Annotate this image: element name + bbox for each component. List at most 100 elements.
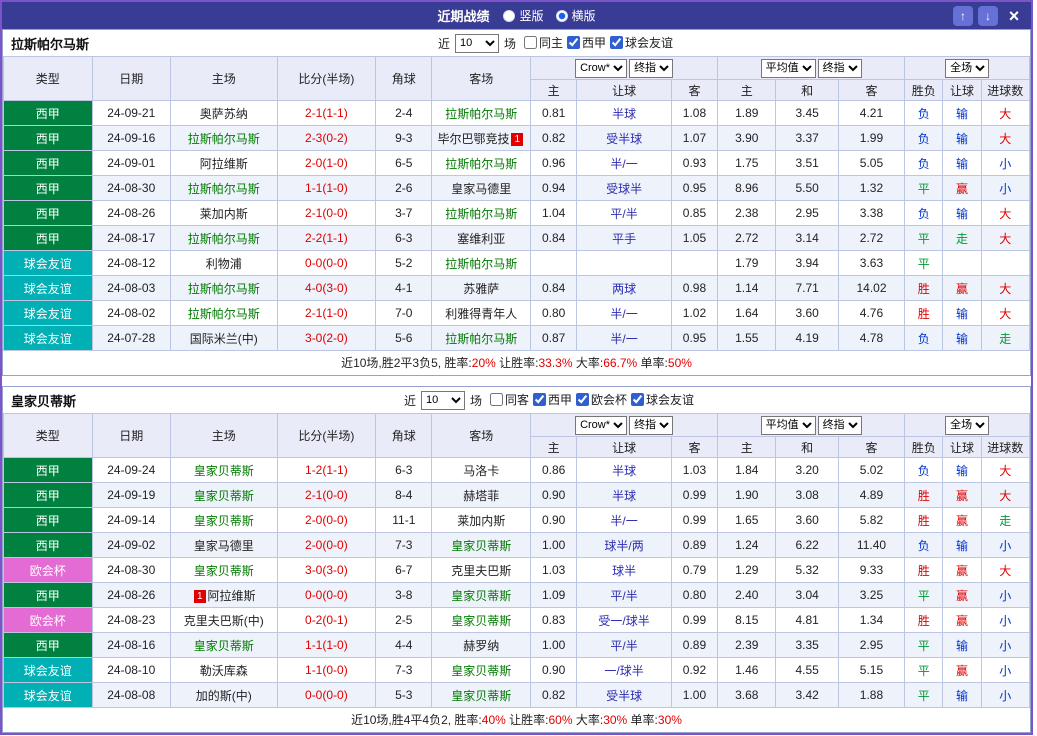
asian-home-odds: 0.87 (531, 326, 577, 351)
corner-score: 2-5 (376, 608, 432, 633)
handicap-result-cell: 输 (943, 301, 981, 326)
handicap-result-cell: 赢 (943, 483, 981, 508)
handicap-result-cell: 输 (943, 458, 981, 483)
match-row: 西甲 24-08-30 拉斯帕尔马斯 1-1(1-0) 2-6 皇家马德里 0.… (4, 176, 1030, 201)
goals-result-cell: 大 (981, 301, 1029, 326)
euro-draw-odds: 3.04 (776, 583, 838, 608)
corner-score: 3-8 (376, 583, 432, 608)
filter-checkbox[interactable]: 球会友谊 (631, 391, 694, 408)
checkbox-input[interactable] (567, 36, 580, 49)
asian-away-odds: 0.99 (671, 508, 717, 533)
col-subheader: 让球 (577, 80, 672, 101)
match-type-badge: 西甲 (4, 508, 93, 533)
red-card-badge: 1 (511, 133, 523, 146)
filter-checkbox[interactable]: 西甲 (567, 34, 606, 51)
result-cell: 平 (905, 658, 943, 683)
goals-result-cell: 小 (981, 683, 1029, 708)
handicap-line: 平/半 (577, 633, 672, 658)
close-icon[interactable]: × (1003, 5, 1025, 27)
summary-segment: 大率: (573, 713, 604, 727)
checkbox-input[interactable] (610, 36, 623, 49)
away-team: 马洛卡 (432, 458, 531, 483)
goals-result-cell: 大 (981, 458, 1029, 483)
away-team: 拉斯帕尔马斯 (432, 101, 531, 126)
filter-checkbox[interactable]: 同客 (490, 391, 529, 408)
match-row: 西甲 24-09-16 拉斯帕尔马斯 2-3(0-2) 9-3 毕尔巴鄂竞技1 … (4, 126, 1030, 151)
move-down-button[interactable]: ↓ (978, 6, 998, 26)
filter-checkbox[interactable]: 西甲 (533, 391, 572, 408)
match-type-badge: 西甲 (4, 226, 93, 251)
asian-away-odds: 1.08 (671, 101, 717, 126)
corner-score: 6-7 (376, 558, 432, 583)
result-cell: 胜 (905, 558, 943, 583)
match-count-select[interactable]: 10 (421, 391, 465, 410)
result-cell: 负 (905, 201, 943, 226)
checkbox-input[interactable] (533, 393, 546, 406)
move-up-button[interactable]: ↑ (953, 6, 973, 26)
col-subheader: 让球 (943, 437, 981, 458)
corner-score: 6-3 (376, 458, 432, 483)
match-type-badge: 西甲 (4, 633, 93, 658)
away-team: 拉斯帕尔马斯 (432, 201, 531, 226)
euro-draw-odds: 3.35 (776, 633, 838, 658)
filter-checkbox[interactable]: 欧会杯 (576, 391, 627, 408)
scope-select[interactable]: 全场 (945, 416, 989, 435)
match-score: 0-0(0-0) (277, 583, 376, 608)
checkbox-input[interactable] (576, 393, 589, 406)
scope-select[interactable]: 全场 (945, 59, 989, 78)
euro-source-select[interactable]: 终指 (818, 416, 862, 435)
match-type-badge: 西甲 (4, 458, 93, 483)
result-cell: 胜 (905, 508, 943, 533)
match-date: 24-09-16 (92, 126, 170, 151)
euro-source-select[interactable]: 平均值 (761, 416, 816, 435)
handicap-result-cell: 赢 (943, 658, 981, 683)
view-radio-horizontal[interactable]: 横版 (556, 7, 596, 24)
checkbox-input[interactable] (490, 393, 503, 406)
home-team: 皇家贝蒂斯 (170, 633, 277, 658)
away-team: 利雅得青年人 (432, 301, 531, 326)
euro-home-odds: 2.38 (718, 201, 776, 226)
col-header-away: 客场 (432, 414, 531, 458)
result-cell: 平 (905, 633, 943, 658)
checkbox-input[interactable] (631, 393, 644, 406)
col-header-score: 比分(半场) (277, 57, 376, 101)
asian-away-odds: 1.05 (671, 226, 717, 251)
euro-away-odds: 5.15 (838, 658, 904, 683)
view-radio-input[interactable] (556, 10, 568, 22)
summary-segment: 单率: (627, 713, 658, 727)
odds-source-select[interactable]: 终指 (629, 416, 673, 435)
away-team: 莱加内斯 (432, 508, 531, 533)
odds-source-select[interactable]: Crow* (575, 59, 627, 78)
euro-source-select[interactable]: 终指 (818, 59, 862, 78)
corner-score: 8-4 (376, 483, 432, 508)
euro-draw-odds: 3.20 (776, 458, 838, 483)
odds-source-select[interactable]: 终指 (629, 59, 673, 78)
corner-score: 6-3 (376, 226, 432, 251)
filter-checkbox[interactable]: 同主 (524, 34, 563, 51)
asian-home-odds: 1.09 (531, 583, 577, 608)
euro-away-odds: 2.95 (838, 633, 904, 658)
match-type-badge: 西甲 (4, 151, 93, 176)
asian-odds-selects: Crow*终指 (531, 57, 718, 80)
home-team: 拉斯帕尔马斯 (170, 126, 277, 151)
home-team: 勒沃库森 (170, 658, 277, 683)
view-radio-vertical[interactable]: 竖版 (503, 7, 543, 24)
handicap-line: 球半/两 (577, 533, 672, 558)
odds-source-select[interactable]: Crow* (575, 416, 627, 435)
corner-score: 7-3 (376, 533, 432, 558)
match-row: 西甲 24-08-26 1阿拉维斯 0-0(0-0) 3-8 皇家贝蒂斯 1.0… (4, 583, 1030, 608)
asian-odds-selects: Crow*终指 (531, 414, 718, 437)
result-cell: 平 (905, 251, 943, 276)
match-count-select[interactable]: 10 (455, 34, 499, 53)
asian-away-odds: 0.95 (671, 326, 717, 351)
goals-result-cell: 大 (981, 126, 1029, 151)
asian-away-odds (671, 251, 717, 276)
match-date: 24-09-19 (92, 483, 170, 508)
filter-checkbox[interactable]: 球会友谊 (610, 34, 673, 51)
checkbox-input[interactable] (524, 36, 537, 49)
home-team: 拉斯帕尔马斯 (170, 226, 277, 251)
corner-score: 3-7 (376, 201, 432, 226)
euro-source-select[interactable]: 平均值 (761, 59, 816, 78)
view-radio-input[interactable] (503, 10, 515, 22)
euro-away-odds: 4.76 (838, 301, 904, 326)
